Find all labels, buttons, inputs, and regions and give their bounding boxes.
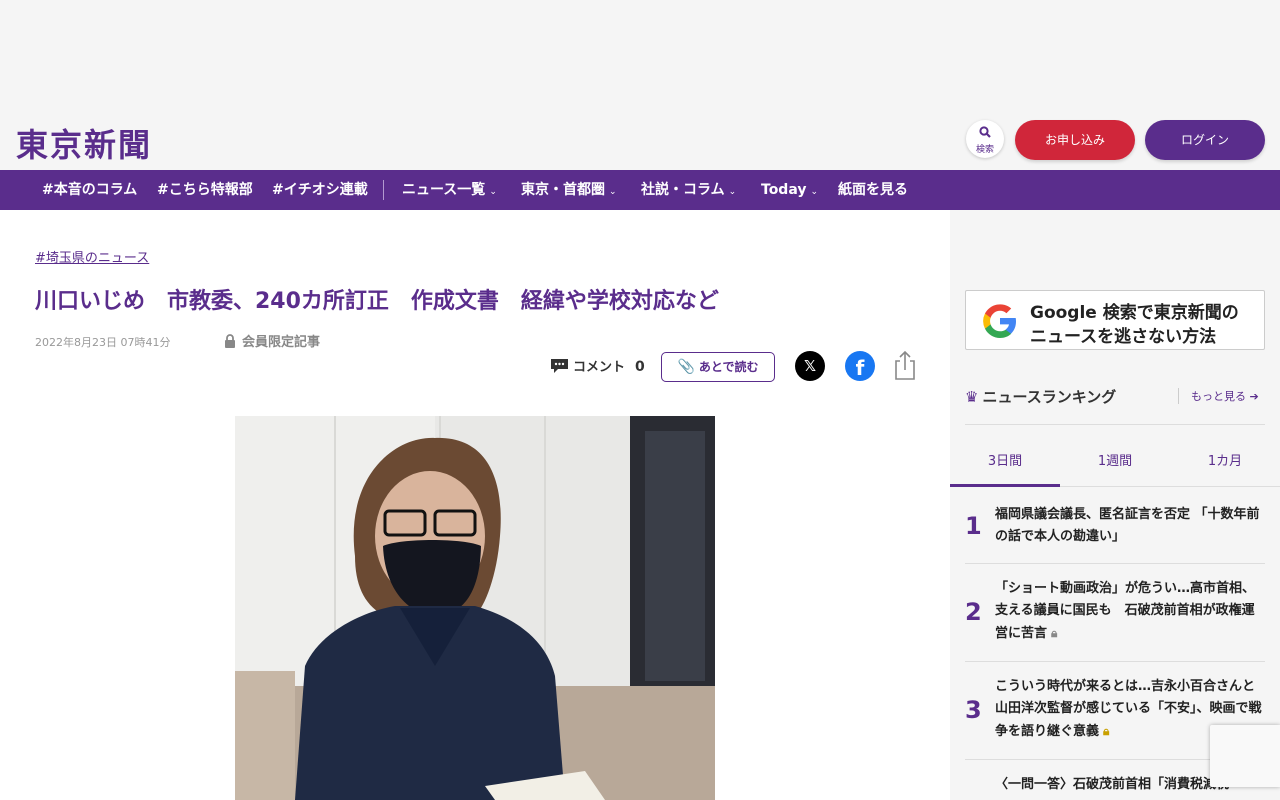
- ranking-more-link[interactable]: もっと見る ➔: [1178, 388, 1259, 404]
- read-later-label: あとで読む: [698, 360, 759, 374]
- site-logo[interactable]: 東京新聞: [16, 120, 152, 166]
- site-header: 東京新聞 検索 お申し込み ログイン: [0, 110, 1280, 170]
- nav-label: 社説・コラム: [641, 182, 725, 198]
- ranking-item-title: 福岡県議会議長、匿名証言を否定 「十数年前の話で本人の勘違い」: [995, 504, 1265, 548]
- ranking-title: ニュースランキング: [982, 388, 1117, 406]
- tab-label: 1カ月: [1207, 454, 1243, 469]
- facebook-share-icon[interactable]: f: [845, 351, 875, 381]
- ranking-title-text: 福岡県議会議長、匿名証言を否定 「十数年前の話で本人の勘違い」: [995, 507, 1260, 544]
- share-icon[interactable]: [893, 349, 917, 381]
- ad-space: [0, 0, 1280, 110]
- article-tag-link[interactable]: #埼玉県のニュース: [35, 247, 149, 266]
- nav-item-today[interactable]: Today ⌄: [761, 170, 818, 210]
- chevron-down-icon: ⌄: [609, 187, 617, 197]
- comment-count: 0: [635, 359, 645, 375]
- google-search-banner[interactable]: Google 検索で東京新聞の ニュースを逃さない方法: [965, 290, 1265, 350]
- comment-icon: [550, 358, 569, 374]
- rank-number: 3: [965, 696, 982, 724]
- article-main: #埼玉県のニュース 川口いじめ 市教委、240カ所訂正 作成文書 経緯や学校対応…: [0, 210, 950, 800]
- tab-label: 1週間: [1097, 454, 1133, 469]
- lock-icon: [224, 334, 236, 348]
- tab-3days[interactable]: 3日間: [950, 450, 1060, 469]
- google-banner-line1: Google 検索で東京新聞の: [1030, 303, 1239, 323]
- login-button[interactable]: ログイン: [1145, 120, 1265, 160]
- ranking-item[interactable]: 1 福岡県議会議長、匿名証言を否定 「十数年前の話で本人の勘違い」: [965, 498, 1265, 564]
- nav-label: Today: [761, 182, 807, 198]
- nav-item-ichioshi[interactable]: #イチオシ連載: [272, 170, 368, 210]
- nav-label: ニュース一覧: [402, 182, 486, 198]
- nav-item-paper[interactable]: 紙面を見る: [838, 170, 908, 210]
- rank-number: 1: [965, 512, 982, 540]
- tab-1week[interactable]: 1週間: [1060, 450, 1170, 469]
- ranking-item-title: 「ショート動画政治」が危うい…高市首相、支える議員に国民も 石破茂前首相が政権運…: [995, 578, 1265, 645]
- nav-item-tokyo[interactable]: 東京・首都圏 ⌄: [521, 170, 617, 210]
- article-date: 2022年8月23日 07時41分: [35, 336, 171, 349]
- search-button[interactable]: 検索: [966, 120, 1004, 158]
- nav-item-news-list[interactable]: ニュース一覧 ⌄: [402, 170, 497, 210]
- divider: [965, 424, 1265, 425]
- nav-label: 東京・首都圏: [521, 182, 605, 198]
- ranking-heading: ♛ ニュースランキング: [965, 386, 1116, 407]
- main-nav: #本音のコラム #こちら特報部 #イチオシ連載 ニュース一覧 ⌄ 東京・首都圏 ⌄ …: [0, 170, 1280, 210]
- nav-label: 紙面を見る: [838, 182, 908, 198]
- active-tab-indicator: [950, 484, 1060, 487]
- chevron-down-icon: ⌄: [810, 187, 819, 197]
- lock-icon: 🔒︎: [1051, 626, 1058, 640]
- article-photo: [235, 416, 715, 800]
- ranking-title-text: 「ショート動画政治」が危うい…高市首相、支える議員に国民も 石破茂前首相が政権運…: [995, 581, 1256, 641]
- nav-label: #イチオシ連載: [272, 182, 368, 198]
- search-label: 検索: [975, 145, 994, 155]
- apply-button[interactable]: お申し込み: [1015, 120, 1135, 160]
- nav-item-honne-column[interactable]: #本音のコラム: [42, 170, 137, 210]
- chevron-down-icon: ⌄: [728, 187, 737, 197]
- nav-divider: [383, 180, 384, 200]
- paperclip-icon: 📎: [677, 359, 695, 375]
- sidebar: Google 検索で東京新聞の ニュースを逃さない方法 ♛ ニュースランキング も…: [950, 210, 1280, 800]
- recaptcha-badge: [1210, 725, 1280, 787]
- arrow-right-icon: ➔: [1249, 390, 1259, 403]
- ranking-item[interactable]: 2 「ショート動画政治」が危うい…高市首相、支える議員に国民も 石破茂前首相が政…: [965, 564, 1265, 662]
- search-icon: [966, 126, 1004, 140]
- nav-item-editorial[interactable]: 社説・コラム ⌄: [641, 170, 736, 210]
- chevron-down-icon: ⌄: [489, 187, 497, 197]
- nav-label: #こちら特報部: [157, 182, 253, 198]
- comment-button[interactable]: コメント 0: [550, 356, 645, 375]
- tab-1month[interactable]: 1カ月: [1170, 450, 1280, 469]
- members-only-badge: 会員限定記事: [224, 331, 320, 350]
- read-later-button[interactable]: 📎 あとで読む: [661, 352, 775, 382]
- more-label: もっと見る: [1191, 390, 1246, 403]
- crown-icon: ♛: [965, 388, 979, 406]
- article-headline: 川口いじめ 市教委、240カ所訂正 作成文書 経緯や学校対応など: [35, 289, 719, 314]
- tab-label: 3日間: [987, 454, 1023, 469]
- lock-icon: 🔒︎: [1103, 724, 1110, 738]
- members-only-label: 会員限定記事: [242, 335, 321, 350]
- nav-label: #本音のコラム: [42, 182, 138, 198]
- google-g-icon: [980, 301, 1020, 341]
- comment-label: コメント: [573, 360, 626, 375]
- nav-item-tokuhobu[interactable]: #こちら特報部: [157, 170, 253, 210]
- x-share-icon[interactable]: 𝕏: [795, 351, 825, 381]
- ranking-title-text: 〈一問一答〉石破茂前首相「消費税減税: [995, 777, 1230, 792]
- google-banner-line2: ニュースを逃さない方法: [1030, 327, 1217, 347]
- rank-number: 2: [965, 598, 982, 626]
